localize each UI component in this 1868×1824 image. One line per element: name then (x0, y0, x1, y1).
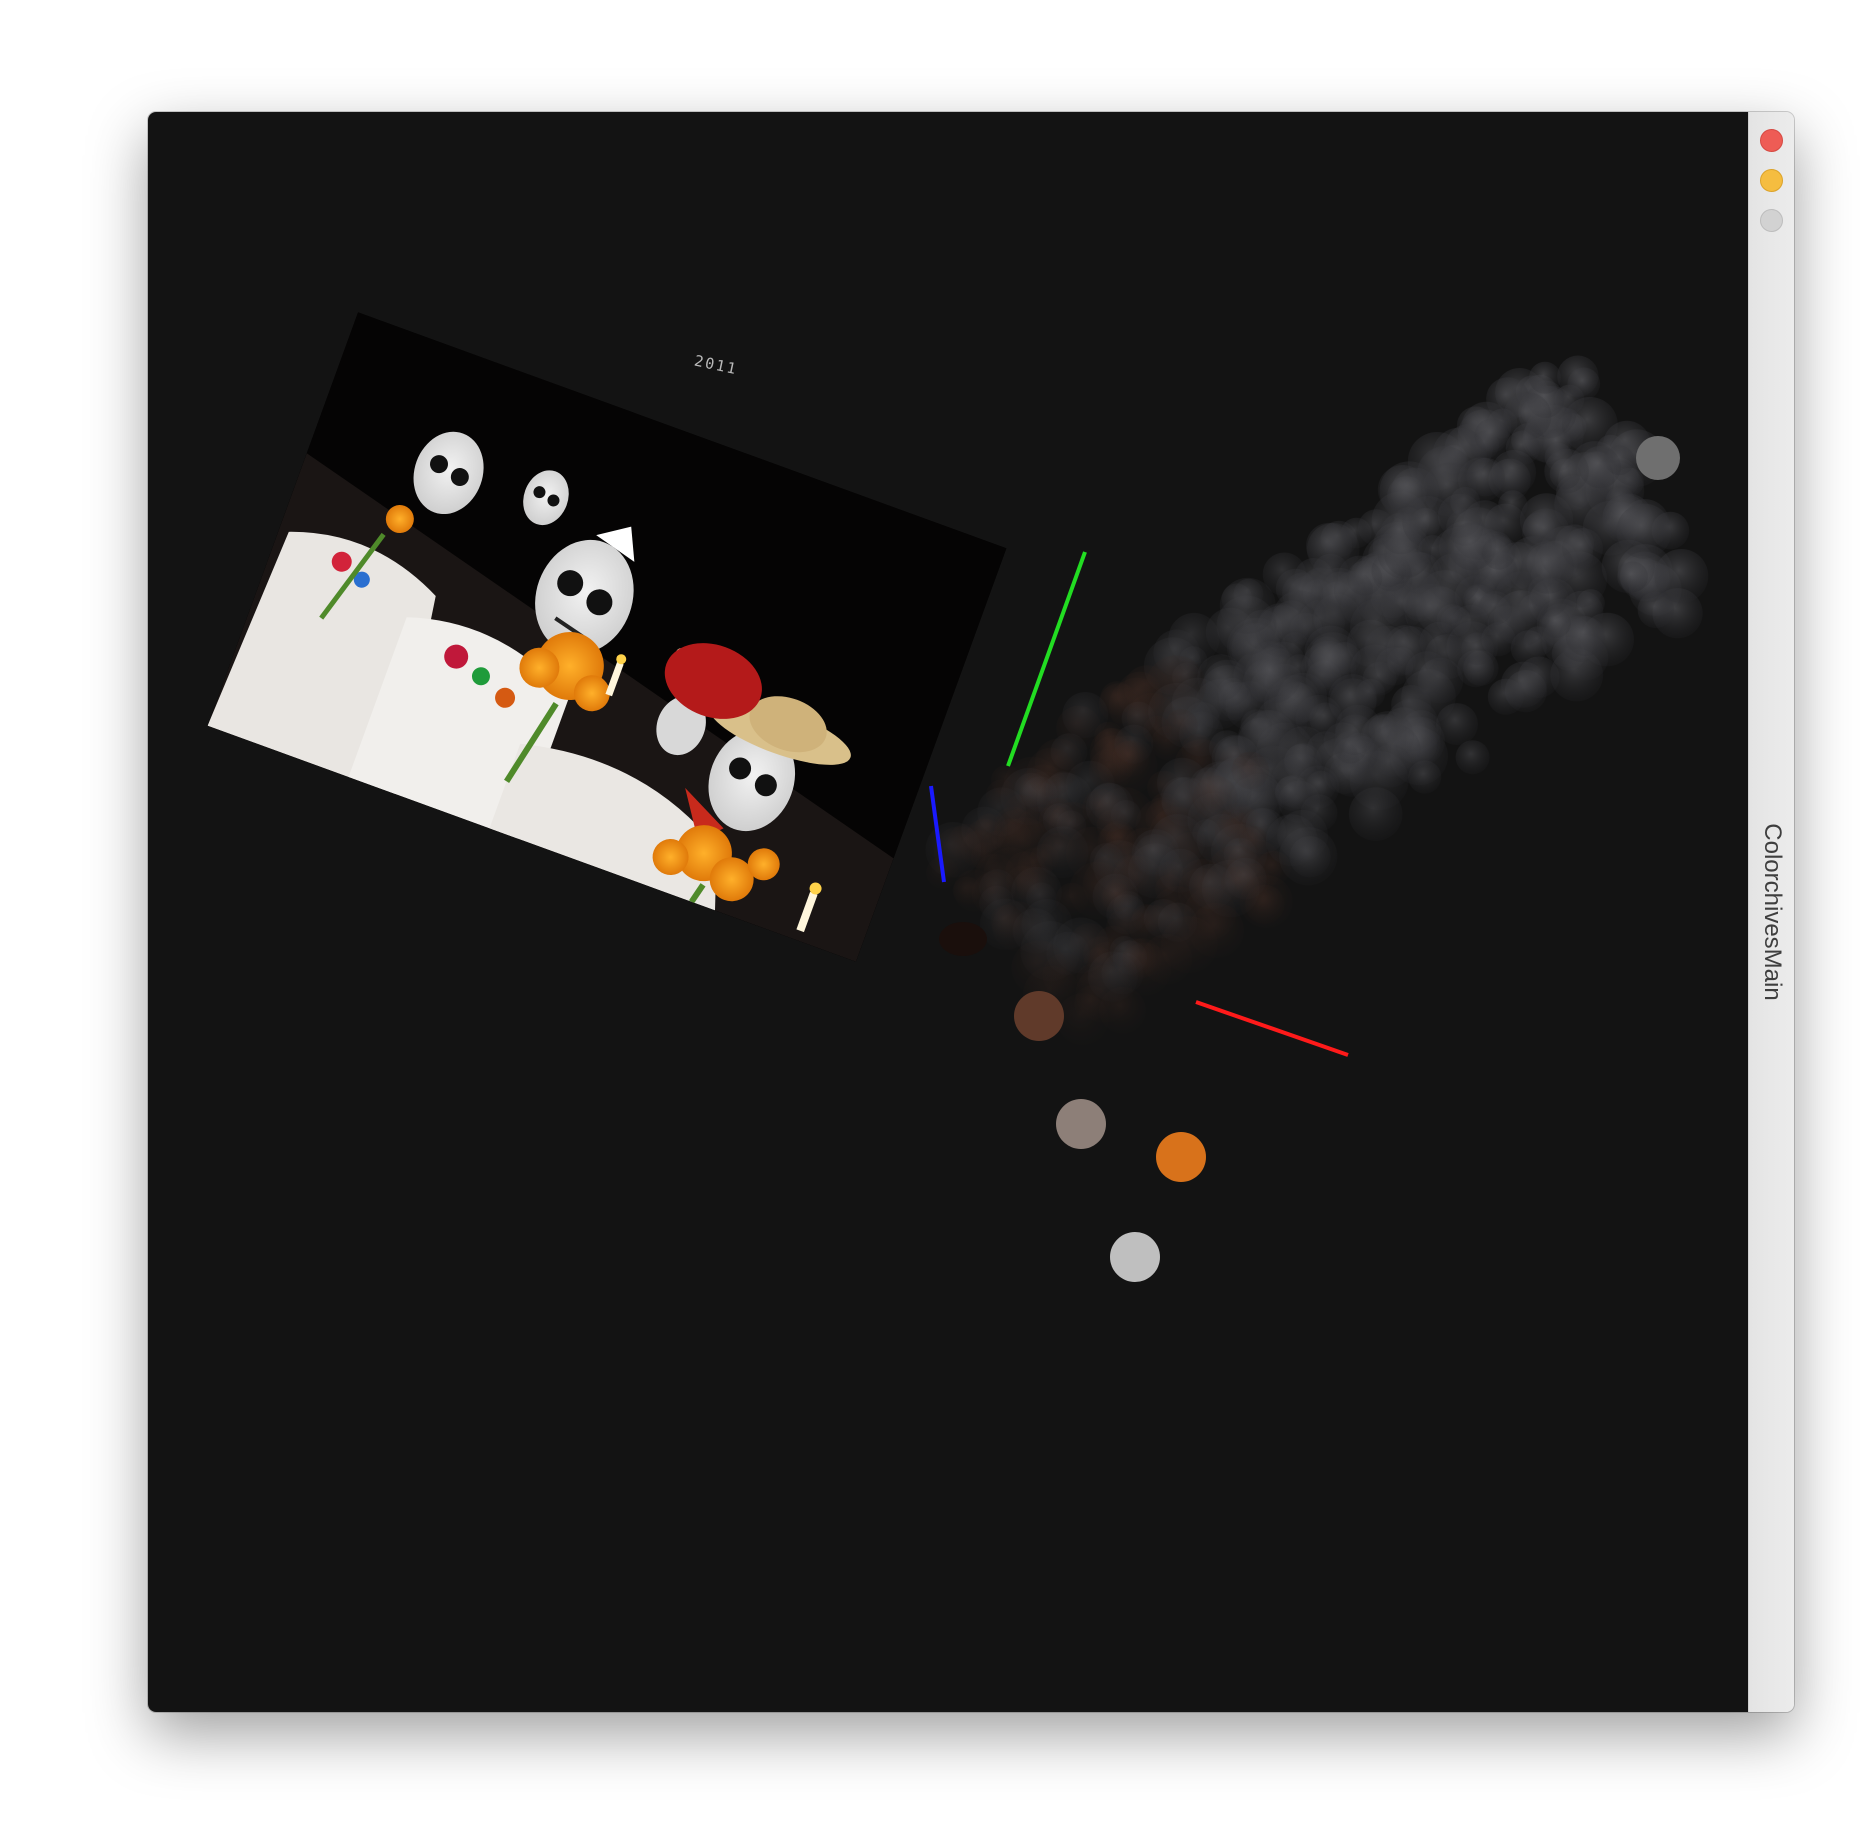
color-point (1240, 709, 1273, 741)
color-point (991, 765, 1022, 796)
color-point (1347, 560, 1383, 596)
color-point (1521, 541, 1575, 594)
color-point (1544, 448, 1589, 494)
swatch-light-gray[interactable] (1110, 1232, 1160, 1282)
color-point (1219, 577, 1276, 634)
color-point (1021, 899, 1073, 951)
color-point (1134, 834, 1176, 875)
color-point (1042, 803, 1076, 837)
color-point (1082, 788, 1121, 828)
color-point-cloud (925, 355, 1709, 1046)
swatch-brown[interactable] (1014, 991, 1064, 1041)
color-point (948, 823, 985, 860)
zoom-button[interactable] (1760, 209, 1783, 232)
color-point (1102, 882, 1132, 912)
title-bar[interactable]: ColorchivesMain (1748, 112, 1794, 1712)
color-point (1567, 367, 1601, 401)
color-point (1003, 794, 1039, 831)
color-point (1272, 590, 1327, 644)
color-point (1654, 549, 1709, 603)
color-point (1152, 886, 1202, 935)
window-title: ColorchivesMain (1759, 823, 1786, 1001)
color-point (1279, 827, 1338, 886)
color-point (1529, 361, 1561, 394)
color-space-canvas[interactable]: 2011 (148, 112, 1748, 1712)
color-point (1304, 632, 1362, 690)
color-point (1481, 536, 1516, 570)
color-point (1500, 661, 1547, 708)
color-point (1505, 430, 1541, 465)
app-window: 2011 ColorchivesMain (148, 112, 1794, 1712)
color-point (1478, 591, 1513, 625)
color-point (1238, 825, 1268, 855)
color-point (1466, 457, 1505, 497)
color-point (1384, 625, 1427, 667)
color-point (1026, 747, 1076, 797)
color-point (1040, 832, 1076, 868)
color-point (1192, 761, 1252, 821)
x-axis-line (1195, 1000, 1349, 1057)
minimize-button[interactable] (1760, 169, 1783, 192)
swatch-taupe[interactable] (1056, 1099, 1106, 1149)
brightest-point (1636, 436, 1680, 480)
darkest-point (939, 922, 987, 956)
color-point (1541, 608, 1571, 639)
color-point (1498, 490, 1528, 520)
color-point (1461, 632, 1494, 666)
color-point (1565, 616, 1606, 656)
color-point (1436, 703, 1478, 746)
color-point (1239, 875, 1293, 929)
color-point (990, 904, 1024, 939)
color-point (1474, 418, 1509, 453)
color-point (1244, 647, 1302, 704)
color-point (1146, 655, 1206, 716)
color-point (1616, 503, 1672, 559)
color-point (1305, 770, 1336, 802)
color-point (1122, 938, 1163, 978)
color-point (1402, 496, 1454, 548)
color-scatter-plot[interactable] (148, 112, 1748, 1712)
color-point (1362, 661, 1397, 696)
color-point (1100, 681, 1135, 716)
color-point (1455, 740, 1490, 775)
swatch-orange[interactable] (1156, 1132, 1206, 1182)
color-point (1617, 561, 1648, 593)
close-button[interactable] (1760, 129, 1783, 152)
color-point (1333, 730, 1367, 764)
color-point (1306, 522, 1352, 569)
